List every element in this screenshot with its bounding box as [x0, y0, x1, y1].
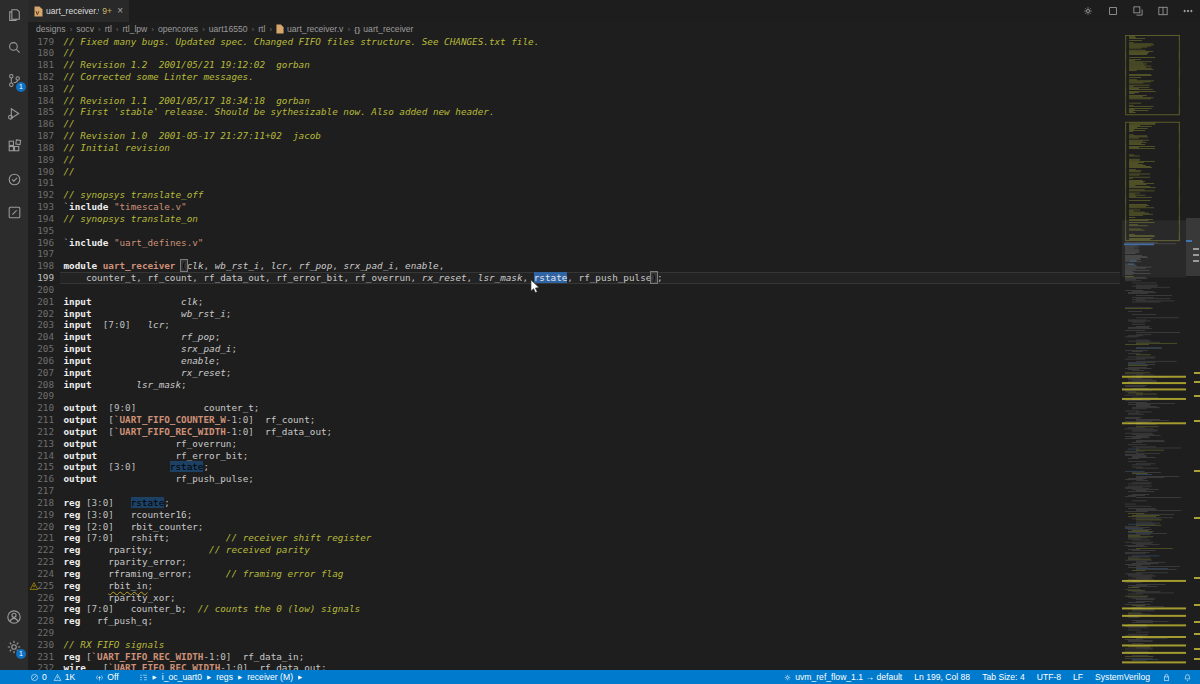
chevron-right-icon: › [248, 25, 259, 34]
split-editor-icon[interactable] [1157, 5, 1169, 17]
square-icon[interactable] [1107, 5, 1119, 17]
explorer-icon[interactable] [0, 0, 28, 28]
ruler-mark [1194, 517, 1200, 519]
open-changes-icon[interactable] [1132, 5, 1144, 17]
env-status[interactable]: uvm_ref_flow_1.1 → default [783, 672, 902, 682]
scrollbar-thumb[interactable] [1186, 218, 1200, 276]
run-debug-icon[interactable] [0, 99, 28, 127]
breadcrumb-item[interactable]: designs [36, 24, 66, 34]
configure-gear-icon[interactable] [1082, 5, 1094, 17]
ruler-mark [1194, 621, 1200, 623]
ruler-mark [1186, 240, 1192, 242]
ruler-mark [1194, 420, 1200, 422]
ruler-mark [1193, 254, 1199, 256]
editor-actions [1082, 0, 1194, 22]
scm-badge: 1 [16, 82, 26, 92]
minimap[interactable] [1122, 22, 1186, 670]
chevron-icon: ▶ [207, 674, 211, 680]
close-icon[interactable]: × [117, 6, 123, 16]
testing-icon[interactable] [0, 165, 28, 193]
symbol-module-icon: {} [354, 25, 360, 34]
tab-dirty-badge: 9+ [102, 6, 112, 16]
chevron-right-icon: › [265, 25, 276, 34]
more-actions-icon[interactable] [1182, 5, 1194, 17]
tab-uart-receiver[interactable]: uart_receiver.v 9+ × [28, 0, 129, 22]
breadcrumb-item[interactable]: rtl_lpw [122, 24, 147, 34]
cursor-position-status[interactable]: Ln 199, Col 88 [914, 672, 970, 682]
chevron-right-icon: › [94, 25, 105, 34]
chevron-right-icon: › [343, 25, 354, 34]
chevron-right-icon: › [66, 25, 77, 34]
activity-bar: 1 1 [0, 0, 28, 670]
status-bar: 0 1K Off ▶i_oc_uart0▶regs▶receiver (M)▶ … [0, 670, 1200, 684]
scrollbar[interactable] [1186, 22, 1200, 670]
hierarchy-status[interactable]: ▶i_oc_uart0▶regs▶receiver (M)▶ [139, 672, 305, 682]
remote-status[interactable]: Off [95, 672, 118, 682]
ruler-mark [1194, 604, 1200, 606]
language-mode-status[interactable]: SystemVerilog [1095, 672, 1150, 682]
verilog-file-icon [276, 24, 284, 34]
account-icon[interactable] [0, 603, 28, 631]
ruler-mark [1194, 395, 1200, 397]
ruler-mark [1194, 381, 1200, 383]
ruler-mark [1194, 633, 1200, 635]
list-tree-icon [139, 673, 148, 682]
mouse-cursor [530, 280, 542, 298]
chevron-right-icon: › [198, 25, 209, 34]
settings-gear-icon[interactable]: 1 [0, 633, 28, 661]
tab-size-status[interactable]: Tab Size: 4 [982, 672, 1025, 682]
ruler-mark [1193, 260, 1199, 262]
encoding-status[interactable]: UTF-8 [1037, 672, 1061, 682]
problems-status[interactable]: 0 1K [30, 672, 75, 682]
chevron-right-icon: › [112, 25, 123, 34]
gear-icon [783, 673, 792, 682]
code-editor[interactable]: 179// Fixed many bugs. Updated spec. Cha… [28, 36, 1122, 671]
warnings-icon [53, 673, 62, 682]
eol-status[interactable]: LF [1073, 672, 1083, 682]
breadcrumb-item[interactable]: socv [76, 24, 94, 34]
source-control-icon[interactable]: 1 [0, 66, 28, 94]
ruler-mark [1194, 470, 1200, 472]
lock-icon[interactable] [1162, 673, 1171, 682]
errors-icon [30, 673, 39, 682]
search-icon[interactable] [0, 33, 28, 61]
ruler-mark [1194, 372, 1200, 374]
breadcrumb-file[interactable]: uart_receiver.v [287, 24, 343, 34]
bell-icon[interactable] [1183, 673, 1192, 682]
extensions-icon[interactable] [0, 132, 28, 160]
breadcrumb-item[interactable]: uart16550 [209, 24, 248, 34]
ruler-mark [1193, 248, 1199, 250]
antenna-icon [95, 673, 104, 682]
notebook-icon[interactable] [0, 198, 28, 226]
chevron-icon: ▶ [298, 674, 302, 680]
tab-bar: uart_receiver.v 9+ × [28, 0, 1200, 22]
breadcrumb-item[interactable]: rtl [105, 24, 112, 34]
settings-badge: 1 [16, 649, 26, 659]
chevron-icon: ▶ [153, 674, 157, 680]
breadcrumb-symbol[interactable]: uart_receiver [363, 24, 413, 34]
ruler-mark [1194, 648, 1200, 650]
chevron-icon: ▶ [238, 674, 242, 680]
verilog-file-icon [34, 6, 43, 17]
breadcrumb-item[interactable]: rtl [258, 24, 265, 34]
tab-title: uart_receiver.v [46, 6, 99, 16]
ruler-mark [1194, 577, 1200, 579]
ruler-mark [1194, 658, 1200, 660]
breadcrumb: designs›socv›rtl›rtl_lpw›opencores›uart1… [36, 22, 413, 36]
chevron-right-icon: › [147, 25, 158, 34]
breadcrumb-item[interactable]: opencores [158, 24, 198, 34]
